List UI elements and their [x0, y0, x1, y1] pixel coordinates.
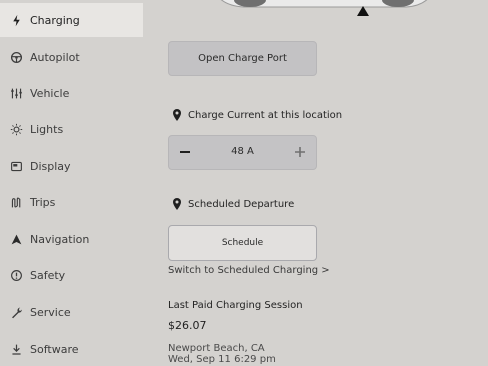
- sidebar-item-label: Navigation: [30, 232, 90, 246]
- sidebar-item-vehicle[interactable]: Vehicle: [0, 76, 143, 110]
- charge-current-heading: Charge Current at this location: [172, 109, 342, 121]
- sidebar-item-label: Service: [30, 305, 71, 319]
- scheduled-departure-label: Scheduled Departure: [188, 198, 295, 210]
- download-icon: [8, 341, 24, 357]
- navigation-arrow-icon: [8, 231, 24, 247]
- charge-current-stepper: 48 A: [168, 135, 317, 170]
- switch-to-scheduled-charging-link[interactable]: Switch to Scheduled Charging >: [168, 265, 330, 276]
- sidebar-item-label: Charging: [30, 13, 80, 27]
- sidebar-item-service[interactable]: Service: [0, 295, 143, 329]
- charge-port-indicator: [357, 6, 369, 16]
- schedule-button[interactable]: Schedule: [168, 225, 317, 261]
- last-session-amount: $26.07: [168, 319, 207, 332]
- route-icon: [8, 194, 24, 210]
- sidebar-item-software[interactable]: Software: [0, 332, 143, 366]
- sidebar-item-label: Safety: [30, 268, 66, 282]
- location-pin-icon: [173, 198, 181, 210]
- last-session-location: Newport Beach, CA: [168, 343, 265, 354]
- location-pin-icon: [173, 109, 181, 121]
- bolt-icon: [8, 12, 24, 28]
- scheduled-departure-heading: Scheduled Departure: [172, 198, 294, 210]
- sidebar-item-label: Autopilot: [30, 50, 80, 64]
- last-session-date: Wed, Sep 11 6:29 pm: [168, 354, 276, 365]
- increase-current-button[interactable]: [292, 142, 308, 162]
- plus-icon: [295, 147, 305, 157]
- sidebar-item-charging[interactable]: Charging: [0, 3, 143, 37]
- last-session-heading: Last Paid Charging Session: [168, 300, 303, 311]
- sidebar-item-safety[interactable]: Safety: [0, 258, 143, 292]
- sidebar: Charging Autopilot Vehicle Lights Displa…: [0, 0, 143, 366]
- sidebar-item-label: Vehicle: [30, 86, 70, 100]
- sidebar-item-lights[interactable]: Lights: [0, 112, 143, 146]
- sidebar-item-display[interactable]: Display: [0, 149, 143, 183]
- wrench-icon: [8, 304, 24, 320]
- sidebar-item-label: Display: [30, 159, 71, 173]
- vehicle-image: [210, 0, 440, 12]
- sliders-icon: [8, 85, 24, 101]
- sidebar-item-autopilot[interactable]: Autopilot: [0, 40, 143, 74]
- sidebar-item-label: Lights: [30, 122, 64, 136]
- open-charge-port-button[interactable]: Open Charge Port: [168, 41, 317, 76]
- steering-wheel-icon: [8, 49, 24, 65]
- display-icon: [8, 158, 24, 174]
- safety-icon: [8, 267, 24, 283]
- sidebar-item-navigation[interactable]: Navigation: [0, 222, 143, 256]
- charge-current-label: Charge Current at this location: [188, 109, 343, 121]
- sidebar-item-label: Trips: [30, 195, 56, 209]
- sidebar-item-trips[interactable]: Trips: [0, 185, 143, 219]
- sun-icon: [8, 121, 24, 137]
- sidebar-item-label: Software: [30, 342, 79, 356]
